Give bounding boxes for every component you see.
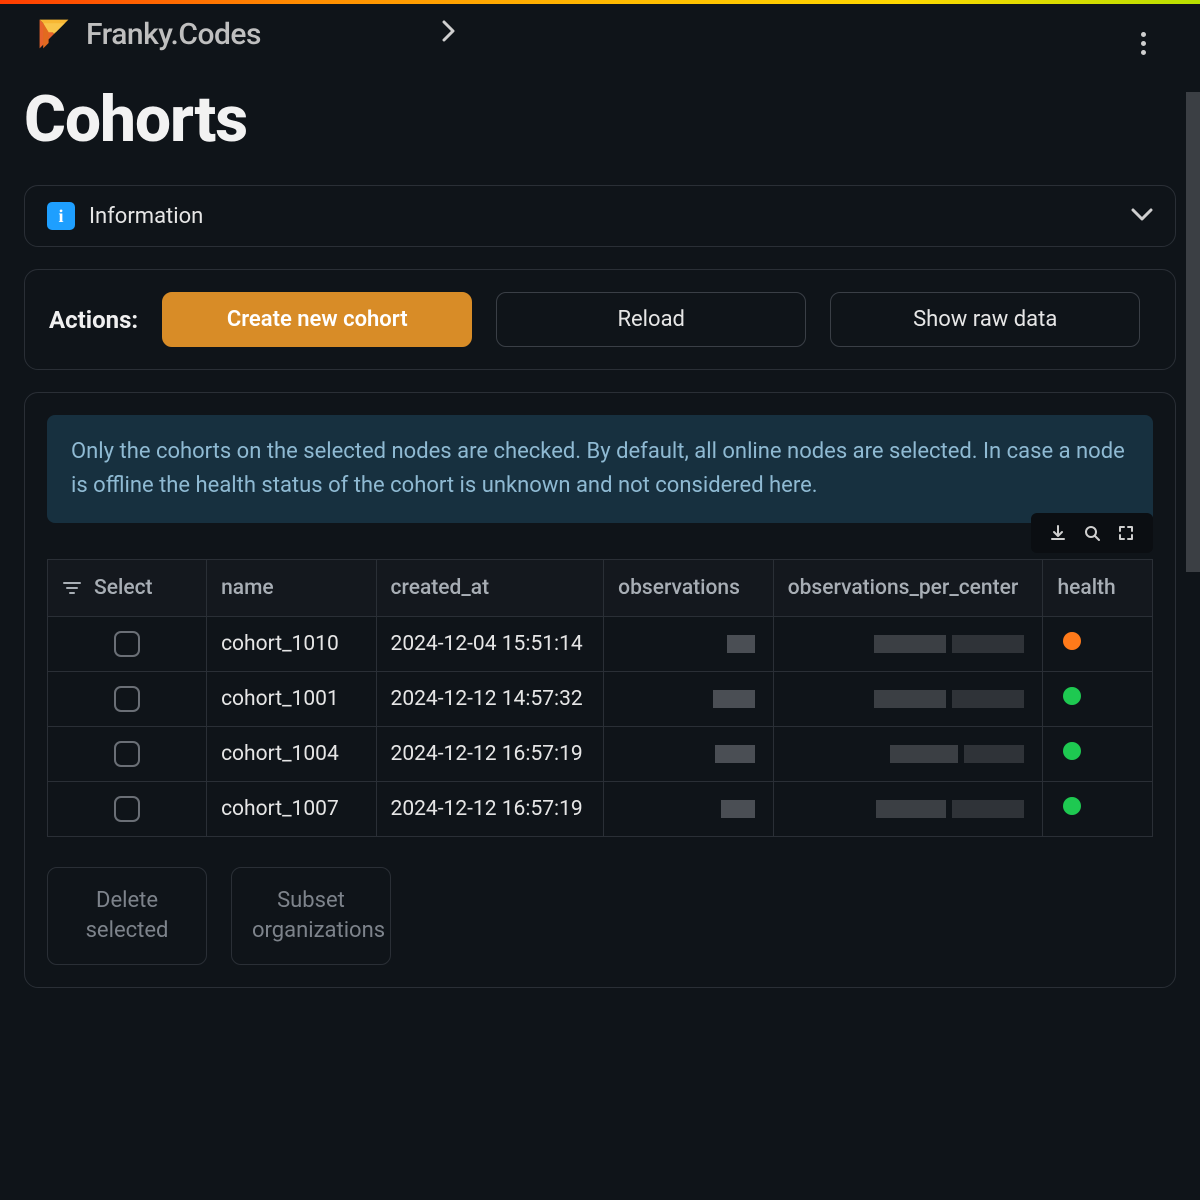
info-icon: i (47, 202, 75, 230)
table-header-row: Select name created_at observations obse… (48, 560, 1153, 617)
health-dot-icon (1063, 632, 1081, 650)
row-checkbox[interactable] (114, 631, 140, 657)
cell-created-at: 2024-12-12 16:57:19 (376, 727, 604, 782)
table-row: cohort_1007 2024-12-12 16:57:19 (48, 782, 1153, 837)
kebab-menu-icon[interactable] (1135, 26, 1152, 61)
actions-label: Actions: (49, 306, 138, 334)
chevron-right-icon[interactable] (441, 20, 457, 48)
page-title: Cohorts (24, 82, 1176, 157)
col-created-at[interactable]: created_at (376, 560, 604, 617)
information-accordion[interactable]: i Information (24, 185, 1176, 247)
row-checkbox[interactable] (114, 686, 140, 712)
cohorts-table-panel: Only the cohorts on the selected nodes a… (24, 392, 1176, 988)
health-dot-icon (1063, 797, 1081, 815)
filter-icon[interactable] (62, 580, 82, 596)
health-dot-icon (1063, 742, 1081, 760)
logo-icon (36, 16, 72, 52)
information-label: Information (89, 204, 203, 229)
create-cohort-button[interactable]: Create new cohort (162, 292, 472, 347)
scrollbar-thumb[interactable] (1186, 92, 1200, 572)
subset-organizations-button[interactable]: Subset organizations (231, 867, 391, 964)
app-header: Franky.Codes (0, 4, 1200, 64)
col-observations[interactable]: observations (604, 560, 774, 617)
table-row: cohort_1004 2024-12-12 16:57:19 (48, 727, 1153, 782)
reload-button[interactable]: Reload (496, 292, 806, 347)
col-select[interactable]: Select (94, 576, 153, 600)
cell-health (1043, 672, 1153, 727)
cell-name: cohort_1001 (207, 672, 376, 727)
cell-observations (604, 727, 774, 782)
actions-panel: Actions: Create new cohort Reload Show r… (24, 269, 1176, 370)
cell-health (1043, 617, 1153, 672)
cell-name: cohort_1004 (207, 727, 376, 782)
col-health[interactable]: health (1043, 560, 1153, 617)
cell-observations-per-center (773, 782, 1043, 837)
row-checkbox[interactable] (114, 796, 140, 822)
cell-created-at: 2024-12-04 15:51:14 (376, 617, 604, 672)
brand-text: Franky.Codes (86, 17, 261, 52)
cell-health (1043, 727, 1153, 782)
cell-observations-per-center (773, 672, 1043, 727)
table-row: cohort_1001 2024-12-12 14:57:32 (48, 672, 1153, 727)
cell-health (1043, 782, 1153, 837)
health-dot-icon (1063, 687, 1081, 705)
cell-observations-per-center (773, 727, 1043, 782)
row-checkbox[interactable] (114, 741, 140, 767)
table-note: Only the cohorts on the selected nodes a… (47, 415, 1153, 523)
chevron-down-icon[interactable] (1131, 207, 1153, 226)
brand-block[interactable]: Franky.Codes (36, 16, 261, 52)
table-row: cohort_1010 2024-12-04 15:51:14 (48, 617, 1153, 672)
table-toolbar (1031, 513, 1153, 553)
table-footer-actions: Delete selected Subset organizations (47, 867, 1153, 964)
cohorts-table: Select name created_at observations obse… (47, 559, 1153, 837)
col-observations-per-center[interactable]: observations_per_center (773, 560, 1043, 617)
cell-observations (604, 617, 774, 672)
fullscreen-icon[interactable] (1109, 519, 1143, 547)
cell-name: cohort_1007 (207, 782, 376, 837)
cell-created-at: 2024-12-12 14:57:32 (376, 672, 604, 727)
download-icon[interactable] (1041, 519, 1075, 547)
cell-observations (604, 782, 774, 837)
cell-observations (604, 672, 774, 727)
cell-created-at: 2024-12-12 16:57:19 (376, 782, 604, 837)
col-name[interactable]: name (207, 560, 376, 617)
search-icon[interactable] (1075, 519, 1109, 547)
cell-observations-per-center (773, 617, 1043, 672)
cell-name: cohort_1010 (207, 617, 376, 672)
delete-selected-button[interactable]: Delete selected (47, 867, 207, 964)
show-raw-data-button[interactable]: Show raw data (830, 292, 1140, 347)
